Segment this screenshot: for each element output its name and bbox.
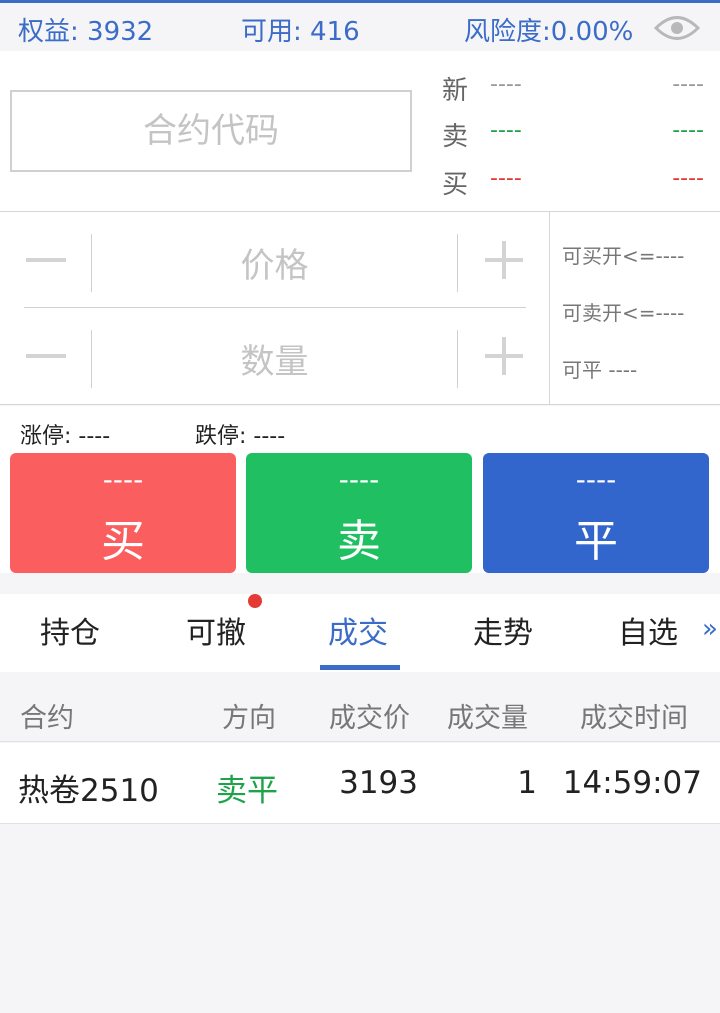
can-buy-open-label: 可买开<=---- [562, 244, 685, 268]
col-contract: 合约 [20, 703, 74, 734]
cell-contract: 热卷2510 [18, 773, 159, 809]
quote-value: ---- [490, 118, 522, 143]
close-position-button[interactable]: ---- 平 [483, 453, 709, 573]
cell-time: 14:59:07 [562, 765, 702, 801]
equity-label: 权益: 3932 [18, 17, 154, 47]
col-direction: 方向 [222, 703, 276, 734]
tab-cancelable[interactable]: 可撤 [186, 608, 246, 652]
col-time: 成交时间 [580, 703, 688, 734]
quote-label: 新 [442, 76, 469, 106]
quote-panel: 合约代码 新 ---- ---- 卖 ---- ---- 买 ---- ---- [0, 51, 720, 212]
tab-positions[interactable]: 持仓 [40, 608, 100, 652]
cell-volume: 1 [517, 765, 537, 801]
quote-row-latest: 新 ---- ---- [442, 68, 704, 108]
can-sell-open-label: 可卖开<=---- [562, 301, 685, 325]
sell-button[interactable]: ---- 卖 [246, 453, 472, 573]
col-volume: 成交量 [447, 703, 528, 734]
quote-value: ---- [490, 72, 522, 97]
sell-price: ---- [338, 463, 380, 496]
divider [457, 330, 458, 388]
limit-up-label: 涨停: ---- [20, 424, 111, 449]
col-price: 成交价 [329, 703, 410, 734]
spacer [0, 672, 720, 682]
contract-code-input[interactable]: 合约代码 [10, 90, 412, 172]
quote-value: ---- [672, 166, 704, 191]
quantity-row: 数量 [0, 308, 550, 404]
quote-label: 卖 [442, 122, 469, 152]
risk-label: 风险度:0.00% [464, 17, 634, 47]
sell-label: 卖 [337, 516, 381, 567]
plus-icon [502, 337, 506, 375]
close-label: 平 [574, 516, 618, 567]
buy-price: ---- [102, 463, 144, 496]
tab-trades[interactable]: 成交 [328, 608, 388, 652]
quantity-minus-button[interactable] [26, 354, 66, 358]
quote-value: ---- [672, 118, 704, 143]
quote-value: ---- [490, 166, 522, 191]
cell-direction: 卖平 [216, 773, 278, 809]
order-buttons: ---- 买 ---- 卖 ---- 平 [0, 453, 720, 573]
account-header: 权益: 3932 可用: 416 风险度:0.00% [0, 3, 720, 51]
table-row[interactable]: 热卷2510 卖平 3193 1 14:59:07 [0, 743, 720, 824]
spacer [0, 573, 720, 594]
can-close-label: 可平 ---- [562, 358, 638, 382]
limit-down-label: 跌停: ---- [195, 424, 286, 449]
active-tab-indicator [320, 665, 400, 670]
notification-dot [248, 594, 262, 608]
price-limits: 涨停: ---- 跌停: ---- [0, 406, 720, 453]
quote-label: 买 [442, 170, 469, 200]
price-input[interactable]: 价格 [92, 238, 457, 287]
tab-watchlist[interactable]: 自选 [618, 608, 678, 652]
divider [549, 212, 550, 405]
quote-row-bid: 买 ---- ---- [442, 162, 704, 202]
tab-bar: 持仓 可撤 成交 走势 自选 » [0, 594, 720, 672]
close-price: ---- [575, 463, 617, 496]
price-minus-button[interactable] [26, 258, 66, 262]
eye-icon[interactable] [654, 13, 700, 43]
cell-price: 3193 [339, 765, 418, 801]
order-entry-panel: 价格 数量 可买开<=---- 可卖开<=---- 可平 ---- [0, 212, 720, 405]
chevron-right-icon[interactable]: » [702, 614, 718, 644]
quote-value: ---- [672, 72, 704, 97]
buy-button[interactable]: ---- 买 [10, 453, 236, 573]
table-header: 合约 方向 成交价 成交量 成交时间 [0, 682, 720, 742]
tab-trend[interactable]: 走势 [473, 608, 533, 652]
buy-label: 买 [101, 516, 145, 567]
plus-icon [502, 241, 506, 279]
quantity-input[interactable]: 数量 [92, 334, 457, 383]
price-row: 价格 [0, 212, 550, 308]
divider [457, 234, 458, 292]
available-label: 可用: 416 [241, 17, 360, 47]
quote-row-ask: 卖 ---- ---- [442, 114, 704, 154]
